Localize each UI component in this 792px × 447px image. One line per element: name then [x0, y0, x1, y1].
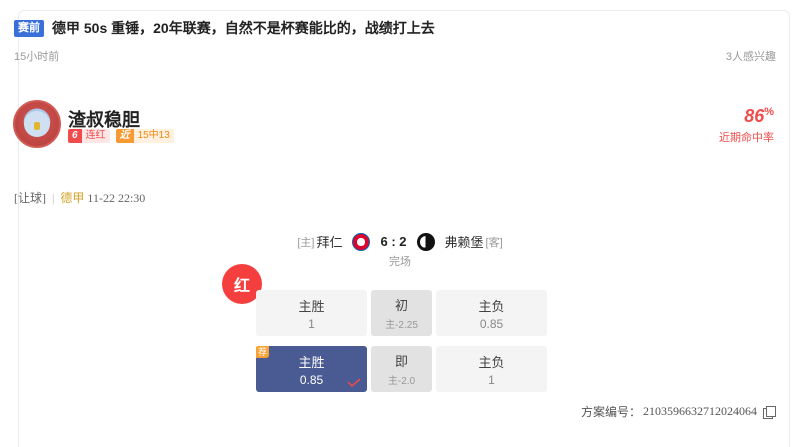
publish-time: 15小时前 — [14, 51, 60, 63]
current-handicap-value: 主-2.0 — [387, 376, 416, 387]
freiburg-logo — [416, 232, 435, 251]
home-tag: [主] — [297, 236, 315, 249]
plan-id: 方案编号： 2103596632712024064 — [580, 403, 776, 420]
avatar-detail — [34, 122, 40, 130]
author-badges: 6 连红 近 15中13 — [68, 129, 174, 143]
streak-number: 6 — [68, 129, 82, 143]
initial-handicap: 初 主-2.25 — [371, 290, 432, 336]
initial-home-lose-value: 0.85 — [479, 316, 504, 331]
initial-odds-row: 主胜 1 初 主-2.25 主负 0.85 — [256, 290, 547, 336]
bayern-logo — [352, 232, 371, 251]
current-home-lose-value: 1 — [488, 372, 495, 387]
initial-home-lose-label: 主负 — [478, 298, 505, 314]
away-team: 弗赖堡 — [444, 235, 484, 250]
plan-code: 2103596632712024064 — [643, 404, 757, 418]
initial-home-lose: 主负 0.85 — [436, 290, 547, 336]
initial-home-win-value: 1 — [308, 316, 315, 331]
check-icon — [347, 378, 361, 387]
away-tag: [客] — [485, 236, 503, 249]
current-handicap-label: 即 — [394, 354, 408, 369]
match-info: [让球] | 德甲 11-22 22:30 — [14, 189, 145, 206]
streak-label: 连红 — [81, 129, 110, 143]
initial-handicap-label: 初 — [394, 298, 408, 313]
current-home-win: 荐 主胜 0.85 — [256, 346, 367, 392]
hit-rate-unit: % — [764, 106, 774, 118]
initial-handicap-value: 主-2.25 — [385, 320, 418, 331]
current-handicap: 即 主-2.0 — [371, 346, 432, 392]
match-header[interactable]: [主] 拜仁 6 : 2 弗赖堡 [客] 完场 — [280, 232, 520, 272]
current-home-lose-label: 主负 — [478, 354, 505, 370]
hit-rate-label: 近期命中率 — [719, 132, 774, 144]
avatar[interactable] — [13, 100, 61, 148]
initial-home-win-label: 主胜 — [298, 298, 325, 314]
article-title-row[interactable]: 赛前 德甲 50s 重锤，20年联赛，自然不是杯赛能比的，战绩打上去 — [14, 18, 435, 38]
home-team: 拜仁 — [316, 235, 343, 250]
current-home-win-value: 0.85 — [299, 372, 324, 387]
bet-type: [让球] — [14, 191, 46, 205]
match-score: 6 : 2 — [380, 234, 407, 249]
recent-marker: 近 — [115, 129, 134, 143]
recent-record: 15中13 — [133, 129, 174, 143]
interest-count: 3人感兴趣 — [725, 51, 776, 63]
recent-record-badge: 近 15中13 — [115, 129, 174, 143]
streak-badge: 6 连红 — [68, 129, 110, 143]
plan-label: 方案编号： — [580, 405, 641, 419]
match-status: 完场 — [389, 256, 411, 268]
pre-match-tag: 赛前 — [14, 19, 44, 37]
hit-rate: 86% 近期命中率 — [719, 106, 774, 145]
copy-icon[interactable] — [763, 405, 776, 419]
article-title[interactable]: 德甲 50s 重锤，20年联赛，自然不是杯赛能比的，战绩打上去 — [52, 18, 435, 38]
current-odds-row: 荐 主胜 0.85 即 主-2.0 主负 1 — [256, 346, 547, 392]
initial-home-win: 主胜 1 — [256, 290, 367, 336]
match-datetime: 11-22 22:30 — [87, 191, 146, 205]
current-home-lose: 主负 1 — [436, 346, 547, 392]
recommend-tag: 荐 — [256, 346, 270, 358]
hit-rate-value: 86 — [744, 106, 765, 126]
current-home-win-label: 主胜 — [298, 354, 325, 370]
league-name[interactable]: 德甲 — [60, 191, 84, 205]
info-separator: | — [52, 191, 55, 205]
